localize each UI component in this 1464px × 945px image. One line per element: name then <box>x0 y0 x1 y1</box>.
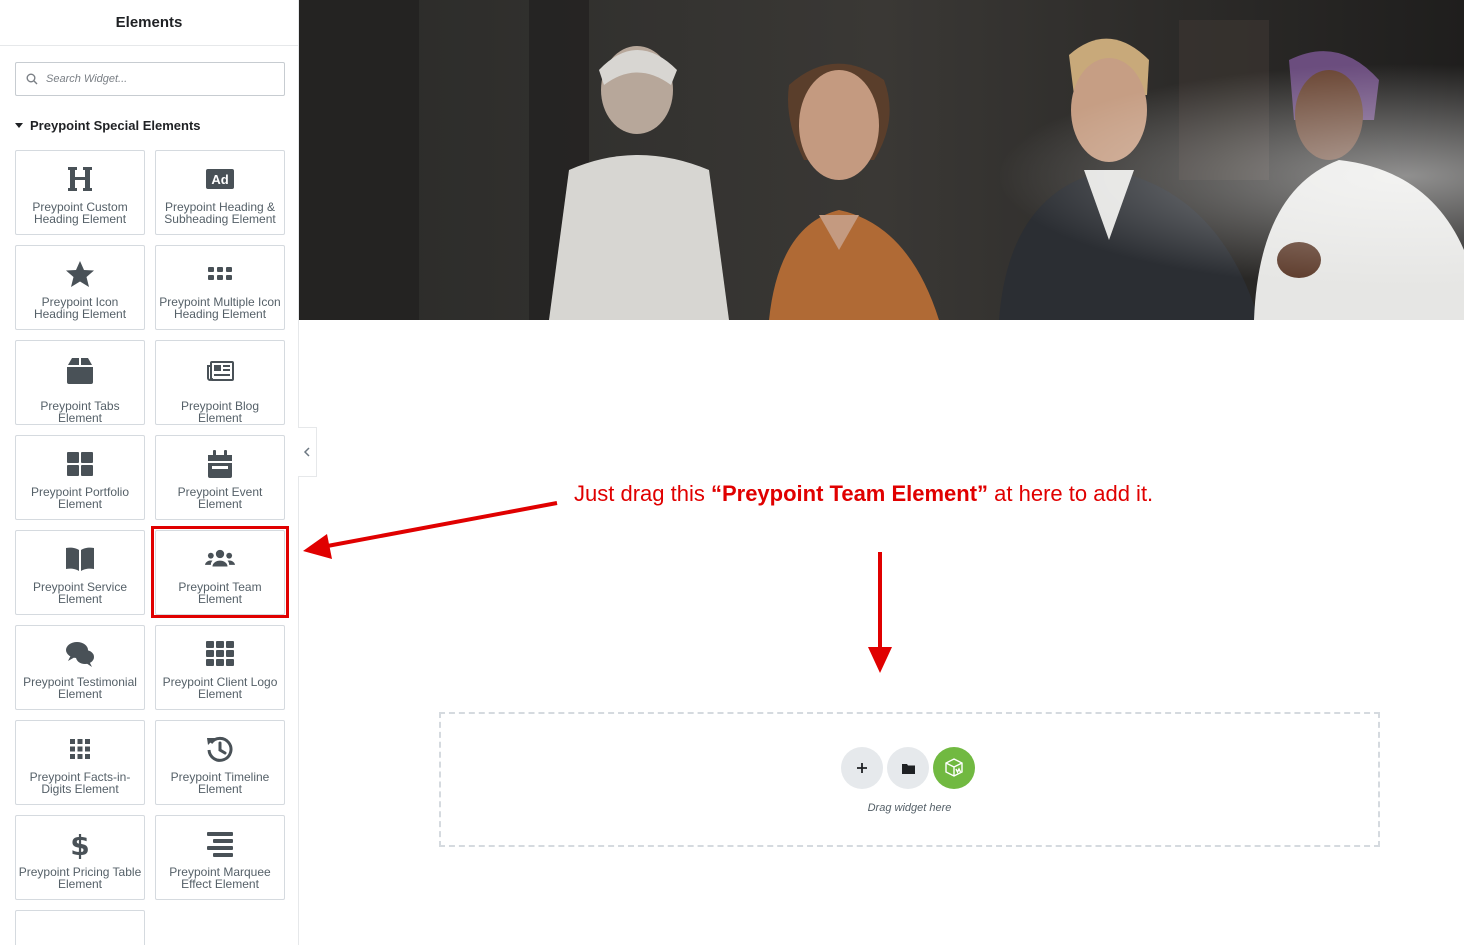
collapse-panel-toggle[interactable] <box>298 427 317 477</box>
annotation-highlight: “Preypoint Team Element” <box>710 481 989 506</box>
search-widget-field[interactable] <box>15 62 285 96</box>
history-icon <box>207 736 233 762</box>
church-people-photo <box>299 0 1464 320</box>
grid-squares-icon <box>67 452 93 476</box>
widget-icon-heading[interactable]: Preypoint Icon Heading Element <box>15 245 145 330</box>
drop-zone[interactable]: Drag widget here <box>439 712 1380 847</box>
folder-icon <box>901 763 915 774</box>
widget-service[interactable]: Preypoint Service Element <box>15 530 145 615</box>
widget-blog[interactable]: Preypoint Blog Element <box>155 340 285 425</box>
add-template-button[interactable] <box>887 747 929 789</box>
box-icon <box>67 357 93 384</box>
widget-partial[interactable] <box>15 910 145 945</box>
cube-logo-icon <box>945 758 963 777</box>
newspaper-icon <box>207 360 234 381</box>
elements-panel: Elements Preypoint Special Elements Prey… <box>0 0 299 945</box>
drop-zone-text: Drag widget here <box>867 802 952 814</box>
widget-facts-in-digits[interactable]: Preypoint Facts-in-Digits Element <box>15 720 145 805</box>
th-icon <box>206 641 234 666</box>
widget-client-logo[interactable]: Preypoint Client Logo Element <box>155 625 285 710</box>
arrow-down-icon <box>868 552 892 673</box>
category-label: Preypoint Special Elements <box>30 118 201 133</box>
widget-heading-subheading[interactable]: Ad Preypoint Heading & Subheading Elemen… <box>155 150 285 235</box>
add-section-button[interactable] <box>841 747 883 789</box>
annotation-suffix: at here to add it. <box>988 481 1154 506</box>
annotation-prefix: Just drag this <box>574 481 711 506</box>
heading-icon <box>68 167 92 191</box>
widget-custom-heading[interactable]: Preypoint Custom Heading Element <box>15 150 145 235</box>
widget-pricing-table[interactable]: $ Preypoint Pricing Table Element <box>15 815 145 900</box>
widget-portfolio[interactable]: Preypoint Portfolio Element <box>15 435 145 520</box>
nine-dots-icon <box>70 739 90 759</box>
comments-icon <box>66 642 94 667</box>
book-open-icon <box>66 547 94 571</box>
hero-image <box>299 0 1464 320</box>
align-lines-icon <box>207 832 233 857</box>
calendar-icon <box>208 450 232 478</box>
star-icon <box>66 261 94 287</box>
category-toggle[interactable]: Preypoint Special Elements <box>15 118 201 133</box>
plus-icon <box>857 763 867 773</box>
widget-marquee-effect[interactable]: Preypoint Marquee Effect Element <box>155 815 285 900</box>
widget-tabs[interactable]: Preypoint Tabs Element <box>15 340 145 425</box>
widget-timeline[interactable]: Preypoint Timeline Element <box>155 720 285 805</box>
widget-multiple-icon-heading[interactable]: Preypoint Multiple Icon Heading Element <box>155 245 285 330</box>
widget-event[interactable]: Preypoint Event Element <box>155 435 285 520</box>
panel-title: Elements <box>0 0 298 46</box>
team-element-highlight-box <box>151 526 289 618</box>
chevron-left-icon <box>303 447 310 457</box>
widget-testimonial[interactable]: Preypoint Testimonial Element <box>15 625 145 710</box>
svg-text:$: $ <box>70 829 89 859</box>
search-icon <box>26 73 38 85</box>
search-input[interactable] <box>46 73 266 85</box>
dollar-icon: $ <box>70 829 89 859</box>
ad-icon: Ad <box>206 169 234 189</box>
caret-down-icon <box>15 123 23 128</box>
svg-text:Ad: Ad <box>211 172 228 187</box>
dots-grid-icon <box>208 267 232 280</box>
template-library-button[interactable] <box>933 747 975 789</box>
instruction-annotation: Just drag this “Preypoint Team Element” … <box>574 481 1153 507</box>
arrow-left-icon <box>303 501 558 559</box>
